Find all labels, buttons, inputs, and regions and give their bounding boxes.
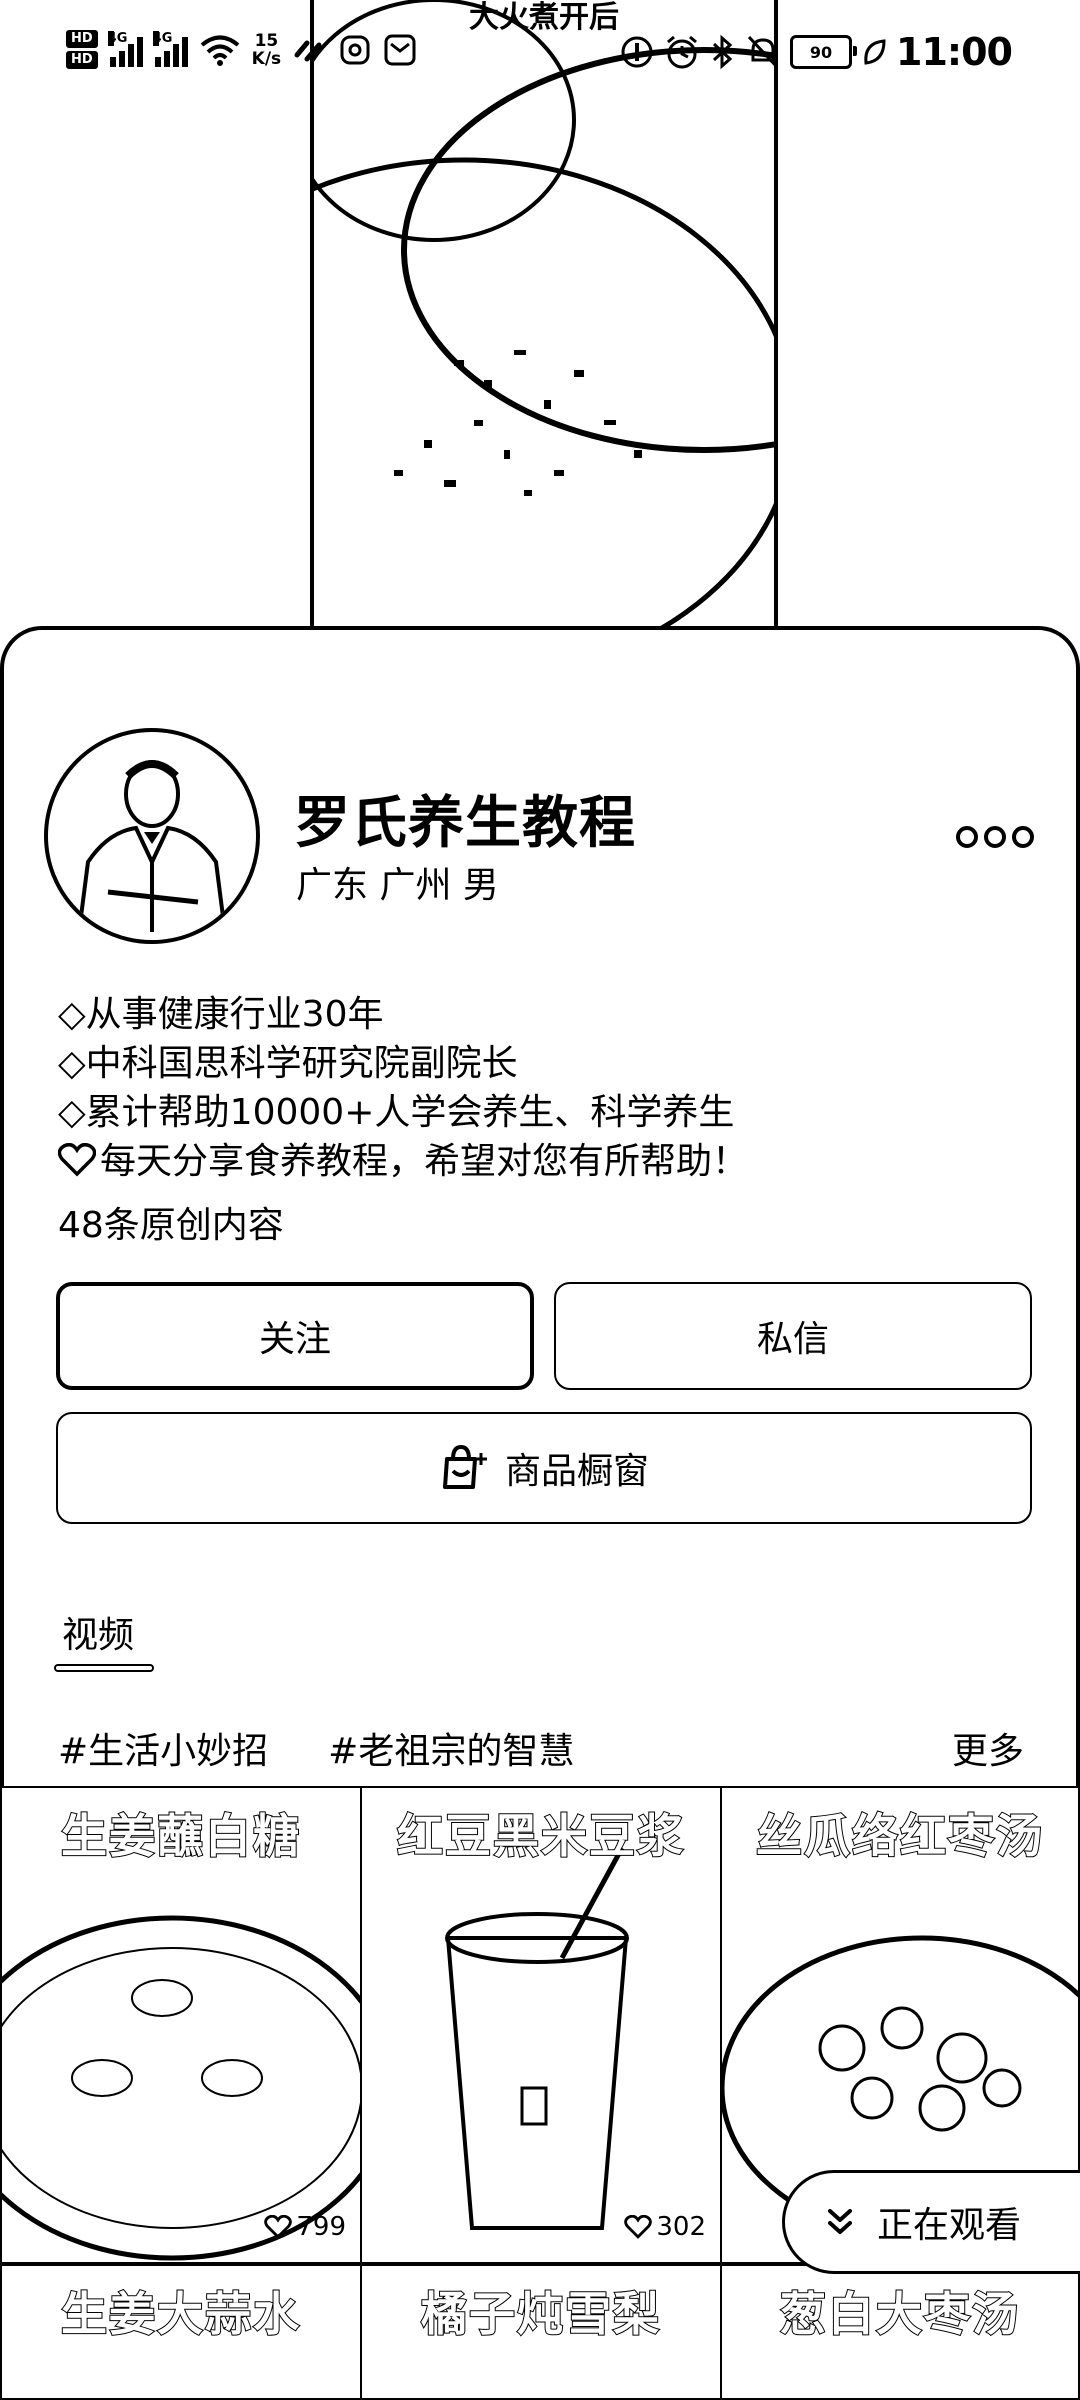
heart-icon — [624, 2215, 653, 2239]
video-title-3: 丝瓜络红枣汤 — [755, 1808, 1044, 1864]
video-likes-1: 799 — [264, 2212, 346, 2242]
signal-icon-1: 4G — [107, 30, 143, 67]
network-speed-value: 15 — [254, 30, 279, 51]
status-bar: HD HD 4G 4G 15 K/s 90 11:00 — [0, 0, 1080, 104]
heart-icon — [58, 1143, 96, 1177]
profile-location: 广东 广州 男 — [296, 865, 499, 906]
bio-line-1: ◇从事健康行业30年 — [58, 994, 384, 1035]
hd-badge-2: HD — [66, 51, 98, 69]
shop-window-label: 商品橱窗 — [504, 1451, 649, 1492]
profile-bio: ◇从事健康行业30年 ◇中科国思科学研究院副院长 ◇累计帮助10000+人学会养… — [58, 990, 748, 1186]
bio-line-4: 每天分享食养教程，希望对您有所帮助！ — [58, 1137, 748, 1186]
signal-icon-2: 4G — [152, 30, 188, 67]
bio-line-4-text: 每天分享食养教程，希望对您有所帮助！ — [100, 1141, 749, 1182]
video-tile-2[interactable]: 红豆黑米豆浆 302 — [360, 1786, 722, 2264]
profile-name: 罗氏养生教程 — [294, 791, 636, 856]
record-icon — [340, 35, 370, 64]
message-button[interactable]: 私信 — [554, 1282, 1032, 1390]
network-speed-unit: K/s — [251, 48, 282, 69]
status-bar-left: HD HD 4G 4G 15 K/s — [66, 30, 417, 69]
network-speed: 15 K/s — [252, 32, 282, 68]
nfc-icon — [621, 36, 653, 68]
network-type-2: 4G — [152, 30, 173, 46]
video-likes-count-2: 302 — [656, 2212, 706, 2242]
tab-videos[interactable]: 视频 — [62, 1606, 134, 1658]
now-watching-label: 正在观看 — [877, 2205, 1022, 2246]
content-count: 48条原创内容 — [58, 1205, 284, 1246]
tag-life-tips[interactable]: #生活小妙招 — [58, 1722, 268, 1774]
tag-list: #生活小妙招 #老祖宗的智慧 — [58, 1722, 574, 1774]
follow-button[interactable]: 关注 — [56, 1282, 534, 1390]
hd-badge-1: HD — [66, 30, 98, 48]
video-likes-2: 302 — [624, 2212, 706, 2242]
battery-icon: 90 — [790, 35, 858, 69]
tag-ancestor-wisdom[interactable]: #老祖宗的智慧 — [328, 1722, 574, 1774]
more-tags-link[interactable]: 更多 — [952, 1722, 1024, 1774]
tab-active-indicator — [54, 1664, 154, 1672]
alarm-icon — [667, 35, 697, 69]
video-tile-5[interactable]: 橘子炖雪梨 — [360, 2264, 722, 2400]
video-tile-4[interactable]: 生姜大蒜水 — [0, 2264, 362, 2400]
now-watching-button[interactable]: 正在观看 — [782, 2170, 1080, 2274]
avatar-person-image — [76, 760, 228, 940]
video-tile-6[interactable]: 葱白大枣汤 — [720, 2264, 1080, 2400]
video-tile-1[interactable]: 生姜蘸白糖 799 — [0, 1786, 362, 2264]
video-title-5: 橘子炖雪梨 — [420, 2286, 661, 2342]
video-title-4: 生姜大蒜水 — [60, 2286, 301, 2342]
link-icon — [294, 40, 322, 61]
bio-line-3: ◇累计帮助10000+人学会养生、科学养生 — [58, 1092, 735, 1133]
video-title-6: 葱白大枣汤 — [779, 2286, 1020, 2342]
leaf-icon — [864, 39, 886, 65]
bio-line-2: ◇中科国思科学研究院副院长 — [58, 1043, 518, 1084]
message-icon — [384, 34, 416, 65]
avatar[interactable] — [44, 728, 260, 944]
mute-icon — [747, 35, 779, 69]
status-bar-right: 90 11:00 — [620, 30, 1013, 74]
double-chevron-down-icon — [828, 2209, 852, 2234]
more-icon[interactable] — [956, 826, 1034, 848]
bluetooth-icon — [713, 34, 733, 70]
network-type-1: 4G — [107, 30, 128, 46]
shop-bag-icon — [442, 1444, 487, 1489]
clock: 11:00 — [896, 30, 1013, 74]
heart-icon — [264, 2215, 293, 2239]
wifi-icon — [200, 35, 239, 66]
shop-window-button[interactable]: 商品橱窗 — [56, 1412, 1032, 1524]
video-likes-count-1: 799 — [296, 2212, 346, 2242]
video-title-1: 生姜蘸白糖 — [60, 1808, 301, 1864]
hd-badges: HD HD — [66, 30, 98, 69]
video-title-2: 红豆黑米豆浆 — [396, 1808, 685, 1864]
